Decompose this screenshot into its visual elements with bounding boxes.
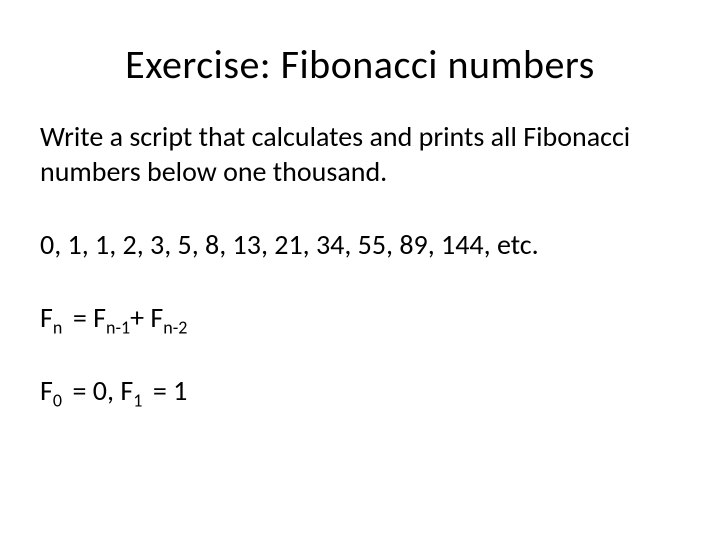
formula-sub-n2: n-2 bbox=[163, 317, 187, 339]
formula-eq: = bbox=[67, 300, 94, 335]
recurrence-formula: Fn = Fn-1+ Fn-2 bbox=[40, 300, 680, 335]
base-F1: F bbox=[120, 373, 133, 408]
slide-title: Exercise: Fibonacci numbers bbox=[40, 40, 680, 89]
formula-sub-n1: n-1 bbox=[106, 317, 130, 339]
base-sub-0: 0 bbox=[53, 390, 62, 412]
slide: Exercise: Fibonacci numbers Write a scri… bbox=[0, 0, 720, 540]
formula-F: F bbox=[40, 300, 53, 335]
formula-F2: F bbox=[93, 300, 106, 335]
fibonacci-sequence: 0, 1, 1, 2, 3, 5, 8, 13, 21, 34, 55, 89,… bbox=[40, 227, 680, 262]
base-F0: F bbox=[40, 373, 53, 408]
formula-sub-n: n bbox=[53, 317, 62, 339]
formula-F3: F bbox=[150, 300, 163, 335]
base-val-1: = 1 bbox=[147, 373, 188, 408]
exercise-description: Write a script that calculates and print… bbox=[40, 119, 680, 189]
formula-plus: + bbox=[130, 300, 150, 335]
base-val-0: = 0, bbox=[66, 373, 120, 408]
base-cases: F0 = 0, F1 = 1 bbox=[40, 373, 680, 408]
base-sub-1: 1 bbox=[133, 390, 142, 412]
